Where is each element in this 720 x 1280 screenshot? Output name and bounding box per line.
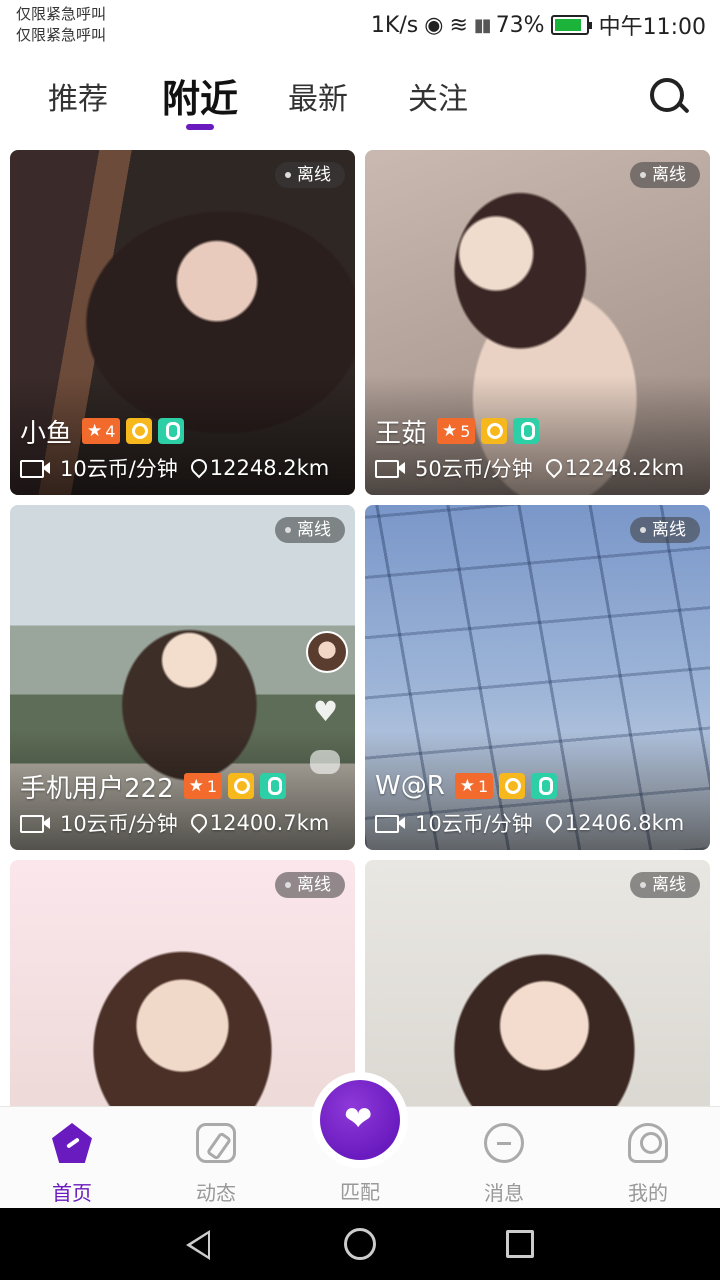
battery-percent: 73% (495, 12, 545, 38)
back-icon[interactable] (186, 1230, 210, 1260)
wifi-icon: ≋ (449, 12, 468, 38)
camera-badge-icon (228, 773, 255, 799)
camera-badge-icon (499, 773, 526, 799)
location-icon (190, 458, 206, 478)
tab-latest[interactable]: 最新 (288, 74, 348, 118)
star-icon: ★ (459, 776, 476, 796)
tab-following[interactable]: 关注 (408, 74, 468, 118)
level-badge: ★ 1 (183, 773, 223, 799)
user-name: 王茹 (375, 418, 428, 449)
video-icon (375, 813, 405, 833)
call-price: 50云币/分钟 (415, 457, 533, 481)
star-icon: ★ (442, 421, 458, 441)
tab-recommend[interactable]: 推荐 (48, 74, 108, 118)
call-price: 10云币/分钟 (415, 812, 533, 836)
level-value: 1 (478, 776, 489, 796)
user-card[interactable]: 离线 ♥ 手机用户222 ★ 1 10云币/分钟 12400.7km (10, 505, 355, 850)
star-icon: ★ (87, 421, 103, 441)
level-badge: ★ 4 (82, 418, 121, 444)
active-tab-indicator (186, 124, 214, 130)
video-icon (20, 458, 50, 478)
status-badge: 离线 (275, 162, 345, 188)
status-icons: 1K/s ◉ ≋ ▮▮ 73% 中午11:00 (370, 10, 706, 41)
user-card[interactable]: 离线 小鱼 ★ 4 10云币/分钟 12248.2km (10, 150, 355, 495)
mic-badge-icon (513, 418, 540, 444)
video-icon (20, 813, 50, 833)
carrier-line-2: 仅限紧急呼叫 (16, 26, 107, 44)
tab-match-label: 匹配 (340, 1180, 380, 1204)
home-circle-icon[interactable] (344, 1228, 376, 1260)
call-price: 10云币/分钟 (60, 812, 178, 836)
user-name: W@R (375, 771, 445, 801)
user-card[interactable]: 离线 W@R ★ 1 10云币/分钟 12406.8km (365, 505, 710, 850)
distance: 12400.7km (209, 811, 330, 835)
tab-home-label: 首页 (52, 1181, 92, 1205)
profile-icon (628, 1123, 668, 1163)
call-price: 10云币/分钟 (60, 457, 178, 481)
mic-badge-icon (158, 418, 185, 444)
signal-icon: ▮▮ (473, 14, 492, 36)
eye-icon: ◉ (424, 12, 444, 38)
level-badge: ★ 5 (437, 418, 476, 444)
battery-icon (550, 15, 592, 35)
level-badge: ★ 1 (454, 773, 494, 799)
status-badge: 离线 (630, 517, 700, 543)
app-screen: 仅限紧急呼叫 仅限紧急呼叫 1K/s ◉ ≋ ▮▮ 73% 中午11:00 推荐… (0, 0, 720, 1280)
tab-profile[interactable]: 我的 (576, 1107, 720, 1209)
camera-badge-icon (481, 418, 508, 444)
tab-messages-label: 消息 (484, 1181, 524, 1205)
tab-nearby[interactable]: 附近 (162, 68, 238, 123)
camera-badge-icon (126, 418, 153, 444)
level-value: 1 (206, 776, 218, 796)
status-bar: 仅限紧急呼叫 仅限紧急呼叫 1K/s ◉ ≋ ▮▮ 73% 中午11:00 (0, 0, 720, 50)
carrier-line-1: 仅限紧急呼叫 (16, 5, 107, 23)
tab-messages[interactable]: 消息 (432, 1107, 576, 1209)
user-name: 手机用户222 (20, 773, 174, 804)
net-speed: 1K/s (370, 12, 419, 38)
location-icon (545, 458, 561, 478)
home-icon (52, 1123, 92, 1163)
level-value: 4 (105, 421, 116, 441)
distance: 12406.8km (564, 811, 685, 835)
carrier-info: 仅限紧急呼叫 仅限紧急呼叫 (16, 4, 106, 46)
search-icon (650, 78, 684, 112)
tab-moments[interactable]: 动态 (144, 1107, 288, 1209)
comment-icon[interactable] (310, 750, 340, 774)
recent-apps-icon[interactable] (506, 1230, 534, 1258)
mic-badge-icon (260, 773, 287, 799)
heart-icon[interactable]: ♥ (313, 695, 338, 728)
tab-profile-label: 我的 (628, 1181, 668, 1205)
hearts-icon: ❤ (344, 1099, 373, 1139)
top-tab-bar: 推荐 附近 最新 关注 (0, 60, 720, 140)
mic-badge-icon (531, 773, 558, 799)
user-card[interactable]: 离线 王茹 ★ 5 50云币/分钟 12248.2km (365, 150, 710, 495)
star-icon: ★ (188, 776, 204, 796)
status-badge: 离线 (275, 517, 345, 543)
distance: 12248.2km (564, 456, 685, 480)
distance: 12248.2km (209, 456, 330, 480)
status-badge: 离线 (630, 162, 700, 188)
clock: 中午11:00 (598, 15, 706, 40)
status-badge: 离线 (630, 872, 700, 898)
match-button[interactable]: ❤ (312, 1072, 408, 1168)
video-icon (375, 458, 405, 478)
message-icon (484, 1123, 524, 1163)
avatar[interactable] (306, 631, 348, 673)
location-icon (545, 813, 561, 833)
level-value: 5 (460, 421, 471, 441)
tab-home[interactable]: 首页 (0, 1107, 144, 1209)
search-button[interactable] (648, 76, 690, 118)
system-nav-bar (0, 1208, 720, 1280)
status-badge: 离线 (275, 872, 345, 898)
user-name: 小鱼 (20, 418, 73, 449)
location-icon (190, 813, 206, 833)
tab-moments-label: 动态 (196, 1181, 236, 1205)
compass-icon (196, 1123, 236, 1163)
